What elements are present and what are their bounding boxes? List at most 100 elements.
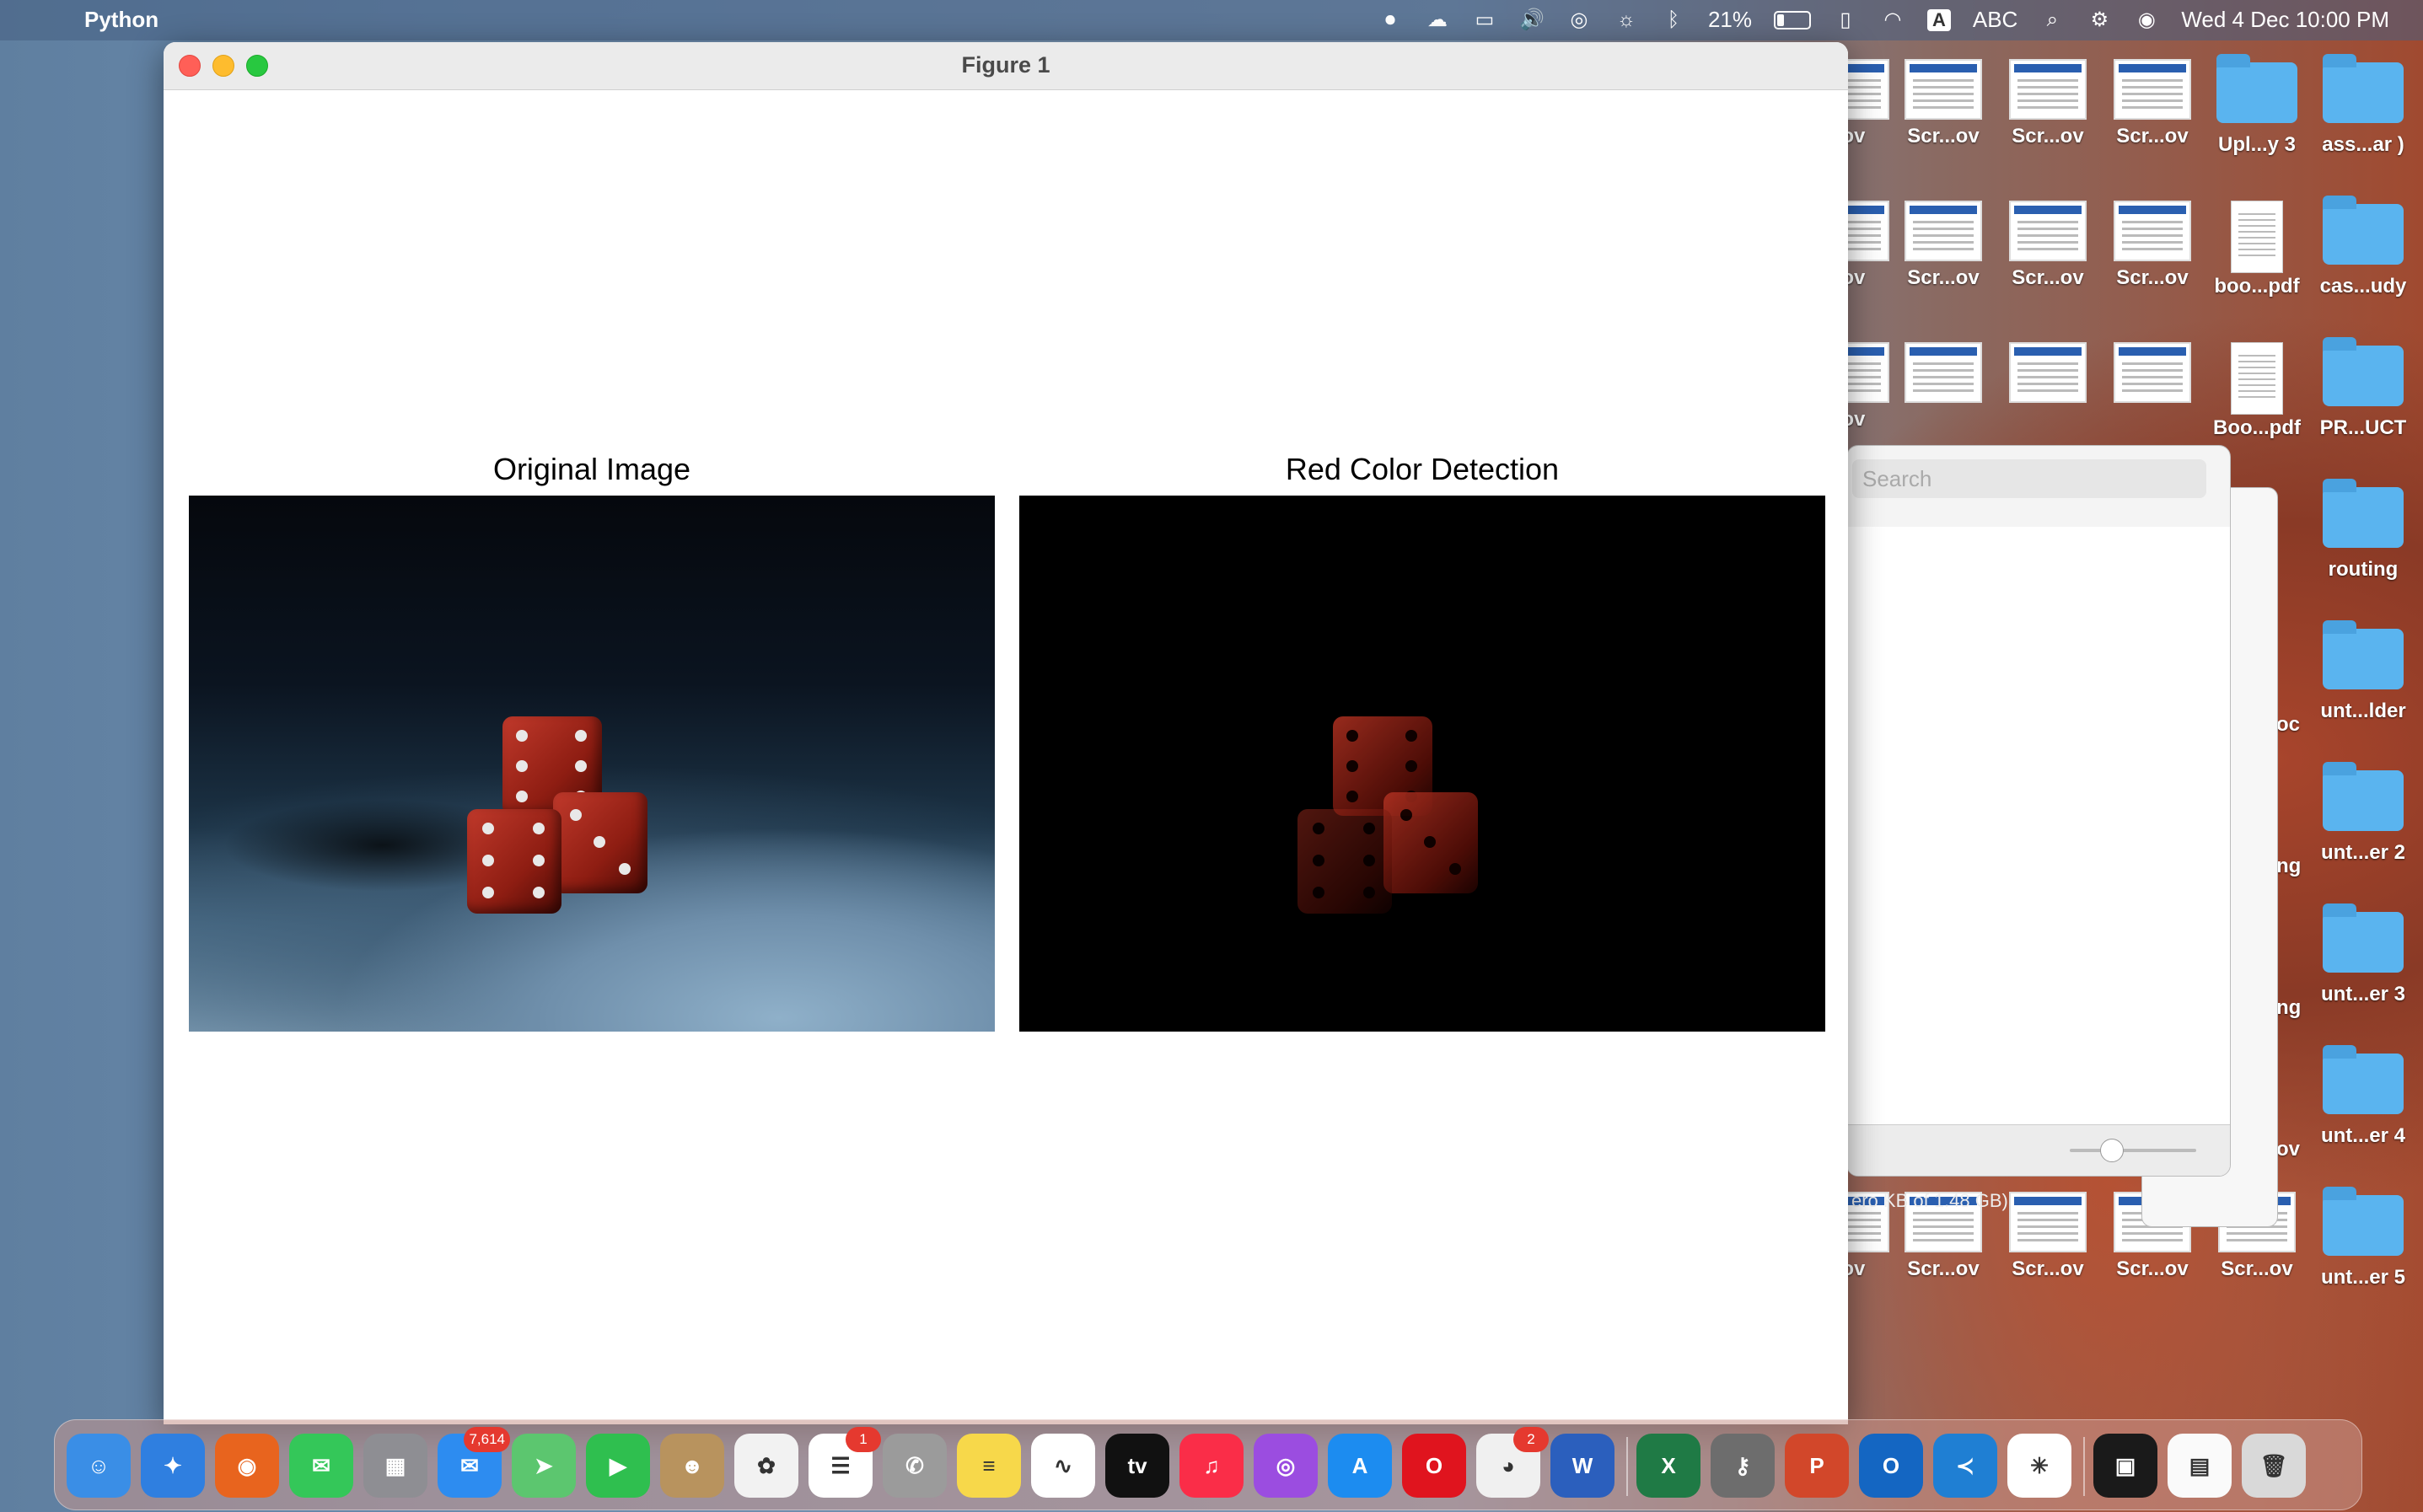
window-title-bar[interactable]: Figure 1 bbox=[164, 42, 1848, 90]
dock-app-app-store[interactable]: A bbox=[1328, 1434, 1392, 1498]
app-store-icon: A bbox=[1351, 1453, 1368, 1478]
desktop-icon[interactable]: Scr...ov bbox=[2001, 59, 2094, 148]
desktop-icon-label[interactable]: oc bbox=[2276, 713, 2300, 737]
dock-app-recent-document[interactable]: ▤ bbox=[2168, 1434, 2232, 1498]
bluetooth-icon[interactable]: ᛒ bbox=[1661, 8, 1686, 31]
desktop-icon[interactable]: PR...UCT bbox=[2317, 337, 2410, 440]
dock-app-launchpad[interactable]: ▦ bbox=[363, 1434, 427, 1498]
notification-badge: 1 bbox=[846, 1427, 881, 1452]
dock-app-vs-code[interactable]: ≺ bbox=[1933, 1434, 1997, 1498]
dock-app-notes[interactable]: ≡ bbox=[957, 1434, 1021, 1498]
dock-app-contacts[interactable]: ☻ bbox=[660, 1434, 724, 1498]
dock-app-music[interactable]: ♫ bbox=[1179, 1434, 1244, 1498]
dock-app-finder[interactable]: ☺ bbox=[67, 1434, 131, 1498]
input-source-label[interactable]: ABC bbox=[1973, 7, 2017, 33]
wifi-icon[interactable]: ◠ bbox=[1880, 8, 1905, 31]
finder-window[interactable]: Search bbox=[1846, 445, 2231, 1177]
dock-app-podcasts[interactable]: ◎ bbox=[1254, 1434, 1318, 1498]
volume-icon[interactable]: 🔊 bbox=[1519, 8, 1545, 31]
dock-app-trash[interactable]: 🗑 bbox=[2242, 1434, 2306, 1498]
desktop-icon[interactable]: Upl...y 3 bbox=[2211, 54, 2303, 157]
spotlight-search-icon[interactable]: ⌕ bbox=[2039, 8, 2065, 31]
original-image[interactable] bbox=[189, 496, 995, 1032]
die-pip bbox=[516, 760, 528, 772]
desktop-icon-label[interactable]: ng bbox=[2276, 855, 2301, 878]
die-pip bbox=[1313, 887, 1324, 898]
screen-record-icon[interactable]: ⏺ bbox=[1378, 8, 1403, 31]
icon-size-slider-knob[interactable] bbox=[2100, 1139, 2124, 1162]
dock-app-freeform[interactable]: ∿ bbox=[1031, 1434, 1095, 1498]
desktop-icon-label: routing bbox=[2328, 558, 2399, 581]
desktop-icon[interactable]: unt...lder bbox=[2317, 620, 2410, 723]
dock-app-powerpoint[interactable]: P bbox=[1785, 1434, 1849, 1498]
dock-app-firefox[interactable]: ◉ bbox=[215, 1434, 279, 1498]
clock[interactable]: Wed 4 Dec 10:00 PM bbox=[2181, 7, 2389, 33]
pdf-document-icon bbox=[2231, 201, 2283, 273]
brightness-icon[interactable]: ☼ bbox=[1614, 8, 1639, 31]
desktop-icon[interactable]: cas...udy bbox=[2317, 196, 2410, 298]
dock-app-safari[interactable]: ✦ bbox=[141, 1434, 205, 1498]
red-detection-image[interactable] bbox=[1019, 496, 1825, 1032]
desktop-icon[interactable]: unt...er 5 bbox=[2317, 1187, 2410, 1289]
desktop-icon[interactable]: unt...er 2 bbox=[2317, 762, 2410, 865]
control-center-icon[interactable]: ⚙ bbox=[2087, 8, 2112, 31]
dock-app-keychain[interactable]: ⚷ bbox=[1711, 1434, 1775, 1498]
dock-app-excel[interactable]: X bbox=[1636, 1434, 1700, 1498]
display-icon[interactable]: ▭ bbox=[1472, 8, 1497, 31]
dock-app-chrome[interactable]: ◕ 2 bbox=[1476, 1427, 1549, 1498]
finder-footer bbox=[1847, 1124, 2230, 1176]
dock-app-reminders[interactable]: ☰ 1 bbox=[809, 1427, 881, 1498]
icon-size-slider-track[interactable] bbox=[2070, 1149, 2196, 1152]
figure-window[interactable]: Figure 1 Original Image Red Color Detect… bbox=[164, 42, 1848, 1424]
dock-app-facetime[interactable]: ▶ bbox=[586, 1434, 650, 1498]
desktop-icon[interactable] bbox=[1897, 342, 1990, 408]
dock-separator bbox=[2083, 1437, 2085, 1496]
desktop-icon-label[interactable]: ng bbox=[2276, 996, 2301, 1020]
desktop-icon[interactable] bbox=[2106, 342, 2199, 408]
stage-manager-icon[interactable]: ▯ bbox=[1833, 8, 1858, 31]
desktop-icon-label[interactable]: ov bbox=[2276, 1138, 2300, 1161]
creative-cloud-icon[interactable]: ☁ bbox=[1425, 8, 1450, 31]
desktop-icon[interactable]: unt...er 3 bbox=[2317, 903, 2410, 1006]
siri-icon[interactable]: ◉ bbox=[2134, 8, 2159, 31]
dock-app-python-launcher[interactable]: ✳ bbox=[2007, 1434, 2071, 1498]
desktop-icon[interactable] bbox=[2001, 342, 2094, 408]
desktop-icon[interactable]: Scr...ov bbox=[2001, 201, 2094, 290]
die-pip bbox=[1313, 855, 1324, 866]
dock-app-outlook[interactable]: O bbox=[1859, 1434, 1923, 1498]
desktop-icon[interactable]: Scr...ov bbox=[2001, 1192, 2094, 1281]
desktop-icon[interactable]: Boo...pdf bbox=[2211, 342, 2303, 440]
dock-separator bbox=[1626, 1437, 1628, 1496]
finder-status-text: ero KB of 1.48 GB) bbox=[1851, 1190, 2008, 1211]
input-source-icon[interactable]: A bbox=[1926, 8, 1951, 31]
active-app-name[interactable]: Python bbox=[84, 7, 158, 33]
die bbox=[553, 792, 647, 893]
dock-app-recent-screenshot[interactable]: ▣ bbox=[2093, 1434, 2157, 1498]
dock-app-apple-tv[interactable]: tv bbox=[1105, 1434, 1169, 1498]
word-icon: W bbox=[1571, 1453, 1593, 1478]
die-pip bbox=[533, 823, 545, 834]
dock: ☺ ✦ ◉ ✉ ▦ ✉ 7,614 ➤ ▶ ☻ ✿ ☰ 1 ✆ ≡ ∿ tv ♫ ◎ A O ◕ 2 W X ⚷ P O ≺ ✳ ▣ ▤ 🗑 bbox=[54, 1419, 2362, 1510]
desktop-icon-label: Scr...ov bbox=[2012, 125, 2084, 147]
dock-app-photos[interactable]: ✿ bbox=[734, 1434, 798, 1498]
die-pip bbox=[1363, 855, 1375, 866]
dock-app-messages[interactable]: ✉ bbox=[289, 1434, 353, 1498]
battery-percent[interactable]: 21% bbox=[1708, 7, 1752, 33]
battery-icon[interactable] bbox=[1773, 10, 1811, 29]
desktop-icon[interactable]: ass...ar ) bbox=[2317, 54, 2410, 157]
desktop-icon[interactable]: Scr...ov bbox=[2106, 201, 2199, 290]
dock-app-maps[interactable]: ➤ bbox=[512, 1434, 576, 1498]
dock-app-word[interactable]: W bbox=[1550, 1434, 1614, 1498]
airdrop-icon[interactable]: ◎ bbox=[1566, 8, 1592, 31]
desktop-icon[interactable]: Scr...ov bbox=[2106, 59, 2199, 148]
desktop-icon[interactable]: routing bbox=[2317, 479, 2410, 582]
desktop-icon[interactable]: unt...er 4 bbox=[2317, 1045, 2410, 1148]
desktop-icon[interactable]: boo...pdf bbox=[2211, 201, 2303, 298]
desktop-icon-label: Scr...ov bbox=[2012, 1257, 2084, 1280]
desktop-icon[interactable]: Scr...ov bbox=[1897, 59, 1990, 148]
finder-search-field[interactable]: Search bbox=[1852, 459, 2206, 498]
desktop-icon[interactable]: Scr...ov bbox=[1897, 201, 1990, 290]
dock-app-whatsapp[interactable]: ✆ bbox=[883, 1434, 947, 1498]
dock-app-opera[interactable]: O bbox=[1402, 1434, 1466, 1498]
dock-app-mail[interactable]: ✉ 7,614 bbox=[438, 1427, 510, 1498]
